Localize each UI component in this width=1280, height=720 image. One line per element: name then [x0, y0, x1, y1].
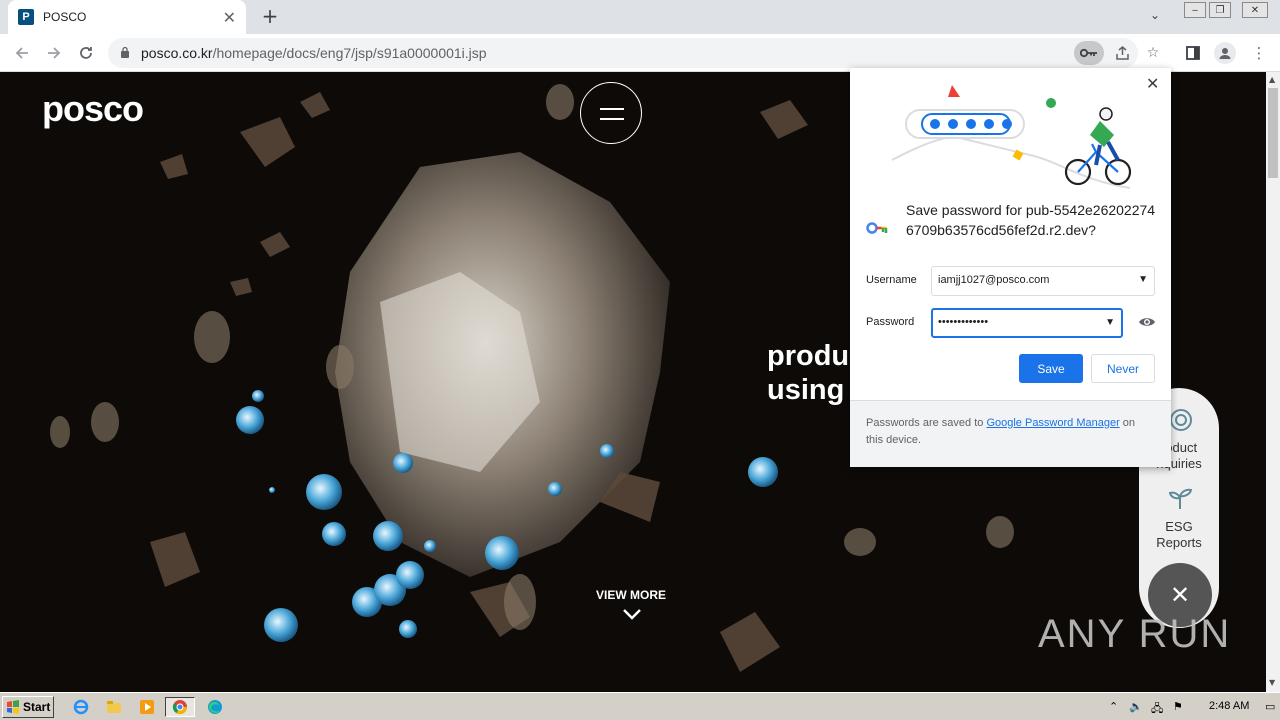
- anyrun-watermark: ANY RUN: [1038, 612, 1232, 656]
- esg-sprout-icon: [1168, 488, 1193, 509]
- close-window-button[interactable]: ✕: [1242, 2, 1268, 18]
- never-button[interactable]: Never: [1091, 354, 1155, 383]
- username-dropdown-icon[interactable]: ▼: [1138, 274, 1148, 285]
- start-label: Start: [23, 700, 51, 714]
- esg-reports-link[interactable]: ESG Reports: [1139, 519, 1219, 551]
- password-key-icon[interactable]: [1074, 41, 1104, 65]
- tab-close-icon[interactable]: ✕: [223, 8, 236, 27]
- side-panel-icon[interactable]: [1182, 42, 1204, 64]
- new-tab-button[interactable]: +: [258, 4, 282, 28]
- clock[interactable]: 2:48 AM: [1209, 700, 1249, 712]
- save-password-dialog: ✕ Save password for pub-5542e26202274670…: [850, 68, 1171, 467]
- volume-icon[interactable]: 🔈: [1129, 700, 1143, 713]
- back-arrow-icon[interactable]: [11, 42, 33, 64]
- esg-reports-label-1: ESG: [1165, 519, 1193, 534]
- password-dropdown-icon[interactable]: ▼: [1105, 317, 1115, 328]
- posco-logo[interactable]: posco: [42, 88, 144, 130]
- dialog-footer: Passwords are saved to Google Password M…: [850, 400, 1171, 467]
- file-explorer-icon[interactable]: [103, 697, 125, 717]
- tab-strip: P POSCO ✕ + ⌄ ‒ ❐ ✕: [0, 0, 1280, 34]
- scroll-down-icon[interactable]: ▼: [1269, 678, 1275, 687]
- windows-taskbar: Start ⌃ 🔈 🖧 ⚑ 2:48 AM ▭: [0, 692, 1280, 720]
- password-field[interactable]: ••••••••••••• ▼: [931, 308, 1123, 338]
- tab-title: POSCO: [43, 10, 87, 24]
- username-value: iamjj1027@posco.com: [938, 274, 1050, 286]
- profile-avatar-icon[interactable]: [1214, 42, 1236, 64]
- media-player-icon[interactable]: [136, 697, 158, 717]
- posco-favicon-icon: P: [18, 9, 34, 25]
- minimize-button[interactable]: ‒: [1184, 2, 1206, 18]
- lock-icon: [121, 46, 129, 58]
- esg-reports-label-2: Reports: [1156, 535, 1202, 550]
- action-center-flag-icon[interactable]: ⚑: [1173, 700, 1183, 713]
- address-bar[interactable]: posco.co.kr/homepage/docs/eng7/jsp/s91a0…: [108, 38, 1159, 68]
- edge-icon[interactable]: [204, 697, 226, 717]
- save-button[interactable]: Save: [1019, 354, 1083, 383]
- url-path: /homepage/docs/eng7/jsp/s91a0000001i.jsp: [212, 45, 487, 61]
- scroll-thumb[interactable]: [1268, 88, 1278, 178]
- start-button[interactable]: Start: [2, 696, 54, 718]
- show-hidden-icons-icon[interactable]: ⌃: [1109, 700, 1118, 713]
- bookmark-star-icon[interactable]: ☆: [1141, 41, 1165, 65]
- tab-search-icon[interactable]: ⌄: [1150, 8, 1160, 22]
- browser-tab[interactable]: P POSCO ✕: [8, 0, 246, 34]
- internet-explorer-icon[interactable]: [70, 697, 92, 717]
- share-icon[interactable]: [1110, 41, 1134, 65]
- google-password-manager-link[interactable]: Google Password Manager: [986, 417, 1119, 429]
- show-desktop-icon[interactable]: ▭: [1265, 700, 1275, 713]
- url-domain: posco.co.kr: [141, 45, 213, 61]
- hamburger-menu-button[interactable]: [580, 82, 642, 144]
- dialog-title: Save password for pub-5542e262022746709b…: [906, 202, 1156, 238]
- network-icon[interactable]: 🖧: [1151, 700, 1163, 719]
- hero-headline: produ using: [767, 340, 849, 408]
- forward-arrow-icon[interactable]: [43, 42, 65, 64]
- windows-flag-icon: [7, 700, 19, 714]
- scroll-up-icon[interactable]: ▲: [1269, 75, 1275, 84]
- hero-headline-line1: produ: [767, 340, 850, 372]
- google-key-icon: [866, 222, 888, 234]
- chevron-down-icon[interactable]: [622, 607, 642, 621]
- view-more-link[interactable]: VIEW MORE: [596, 588, 666, 602]
- show-password-eye-icon[interactable]: [1138, 316, 1156, 328]
- url-text[interactable]: posco.co.kr/homepage/docs/eng7/jsp/s91a0…: [141, 45, 487, 61]
- browser-toolbar: posco.co.kr/homepage/docs/eng7/jsp/s91a0…: [0, 34, 1280, 72]
- reload-icon[interactable]: [75, 42, 97, 64]
- vertical-scrollbar[interactable]: ▲ ▼: [1266, 72, 1280, 692]
- system-tray: ⌃ 🔈 🖧 ⚑ 2:48 AM ▭: [1105, 696, 1280, 718]
- password-label: Password: [866, 316, 915, 328]
- footer-prefix: Passwords are saved to: [866, 417, 987, 429]
- hero-headline-line2: using: [767, 373, 845, 406]
- username-label: Username: [866, 274, 917, 286]
- browser-menu-icon[interactable]: ⋮: [1248, 42, 1270, 64]
- username-field[interactable]: iamjj1027@posco.com ▼: [931, 266, 1155, 296]
- restore-button[interactable]: ❐: [1209, 2, 1231, 18]
- password-value: •••••••••••••: [938, 316, 989, 328]
- chrome-icon[interactable]: [165, 697, 195, 717]
- password-illustration: [891, 85, 1132, 189]
- close-icon[interactable]: ✕: [1146, 74, 1159, 93]
- product-inquiries-icon: [1170, 409, 1192, 431]
